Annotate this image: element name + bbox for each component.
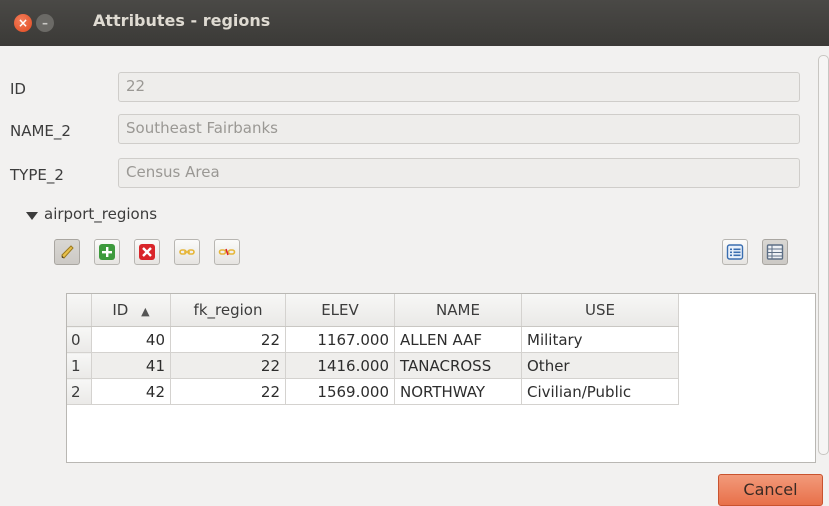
delete-feature-icon: [139, 244, 155, 260]
cancel-button[interactable]: Cancel: [718, 474, 823, 506]
table-header-row: ID ▲ fk_region ELEV NAME USE: [67, 294, 679, 327]
cell-name[interactable]: TANACROSS: [394, 352, 522, 379]
cell-id[interactable]: 42: [91, 378, 171, 405]
unlink-feature-icon: [218, 248, 236, 256]
form-view-icon: [726, 244, 744, 260]
table-row[interactable]: 0 40 22 1167.000 ALLEN AAF Military: [67, 326, 679, 353]
cell-elev[interactable]: 1167.000: [285, 326, 395, 353]
relation-title[interactable]: airport_regions: [44, 205, 157, 223]
row-header[interactable]: 1: [67, 352, 92, 379]
sort-ascending-icon: ▲: [141, 305, 150, 318]
window-close-button[interactable]: ×: [14, 14, 32, 32]
cell-id[interactable]: 41: [91, 352, 171, 379]
table-view-button[interactable]: [762, 239, 788, 265]
column-header-id[interactable]: ID ▲: [91, 294, 171, 327]
table-row[interactable]: 2 42 22 1569.000 NORTHWAY Civilian/Publi…: [67, 378, 679, 405]
cell-name[interactable]: NORTHWAY: [394, 378, 522, 405]
attribute-grid: ID ▲ fk_region ELEV NAME USE 0 40 22 116…: [67, 294, 679, 405]
corner-header: [67, 294, 92, 327]
type-2-label: TYPE_2: [10, 166, 64, 184]
cell-fk-region[interactable]: 22: [170, 326, 286, 353]
cell-elev[interactable]: 1416.000: [285, 352, 395, 379]
window-title: Attributes - regions: [93, 11, 271, 30]
title-bar[interactable]: × – Attributes - regions: [0, 0, 829, 46]
add-child-feature-button[interactable]: [94, 239, 120, 265]
name-2-label: NAME_2: [10, 122, 71, 140]
attribute-table[interactable]: ID ▲ fk_region ELEV NAME USE 0 40 22 116…: [66, 293, 816, 463]
type-2-field[interactable]: Census Area: [118, 158, 800, 188]
column-header-name[interactable]: NAME: [394, 294, 522, 327]
form-view-button[interactable]: [722, 239, 748, 265]
cell-use[interactable]: Other: [521, 352, 679, 379]
cell-fk-region[interactable]: 22: [170, 352, 286, 379]
cell-use[interactable]: Civilian/Public: [521, 378, 679, 405]
column-header-use[interactable]: USE: [521, 294, 679, 327]
cell-id[interactable]: 40: [91, 326, 171, 353]
pencil-icon: [61, 245, 74, 259]
row-header[interactable]: 0: [67, 326, 92, 353]
column-header-fk-region[interactable]: fk_region: [170, 294, 286, 327]
add-feature-icon: [99, 244, 115, 260]
column-header-elev[interactable]: ELEV: [285, 294, 395, 327]
unlink-feature-button[interactable]: [214, 239, 240, 265]
vertical-scrollbar[interactable]: [818, 55, 829, 455]
table-row[interactable]: 1 41 22 1416.000 TANACROSS Other: [67, 352, 679, 379]
link-feature-button[interactable]: [174, 239, 200, 265]
cell-elev[interactable]: 1569.000: [285, 378, 395, 405]
delete-child-feature-button[interactable]: [134, 239, 160, 265]
collapse-triangle-icon[interactable]: [26, 212, 38, 220]
toggle-editing-button[interactable]: [54, 239, 80, 265]
table-view-icon: [766, 244, 784, 260]
cell-use[interactable]: Military: [521, 326, 679, 353]
row-header[interactable]: 2: [67, 378, 92, 405]
id-field[interactable]: 22: [118, 72, 800, 102]
column-header-id-label: ID: [112, 301, 129, 319]
close-icon: ×: [17, 16, 29, 30]
cell-name[interactable]: ALLEN AAF: [394, 326, 522, 353]
cell-fk-region[interactable]: 22: [170, 378, 286, 405]
minimize-icon: –: [42, 16, 48, 30]
id-label: ID: [10, 80, 26, 98]
name-2-field[interactable]: Southeast Fairbanks: [118, 114, 800, 144]
window-minimize-button[interactable]: –: [36, 14, 54, 32]
link-feature-icon: [179, 249, 195, 255]
